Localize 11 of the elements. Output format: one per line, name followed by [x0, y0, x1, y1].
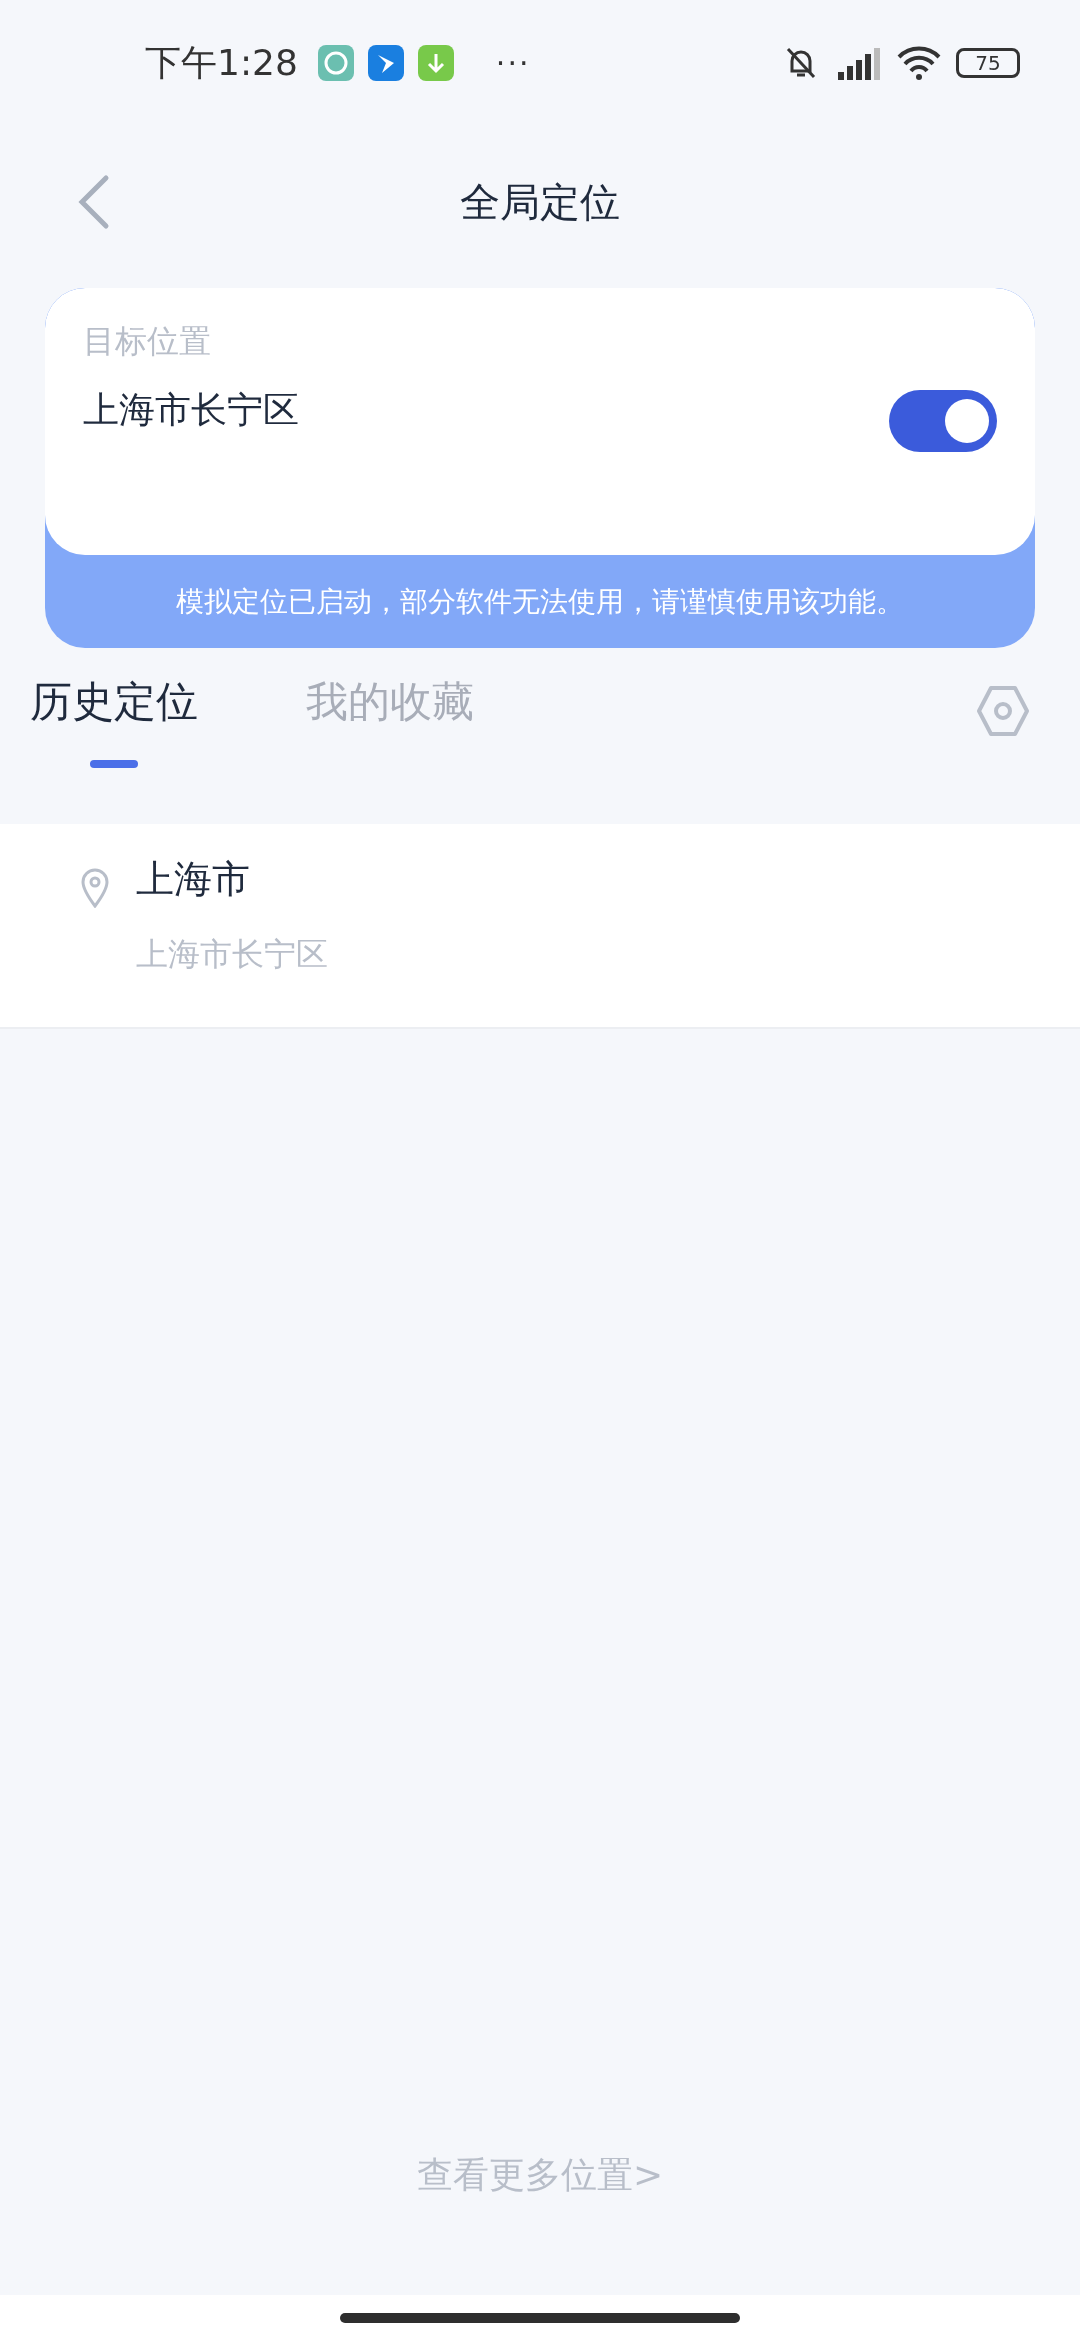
history-item[interactable]: 上海市 上海市长宁区	[0, 824, 1080, 1029]
item-title: 上海市	[136, 856, 251, 903]
battery-indicator: 75	[956, 48, 1020, 78]
notice-text: 模拟定位已启动，部分软件无法使用，请谨慎使用该功能。	[175, 583, 905, 620]
item-subtitle: 上海市长宁区	[136, 934, 328, 975]
target-location: 上海市长宁区	[83, 388, 299, 432]
more-notifications: ···	[495, 45, 531, 81]
status-time: 下午1:28	[145, 40, 298, 85]
tab[interactable]: 历史定位	[30, 674, 198, 768]
page-title: 全局定位	[460, 177, 620, 227]
field-label: 目标位置	[83, 321, 212, 362]
